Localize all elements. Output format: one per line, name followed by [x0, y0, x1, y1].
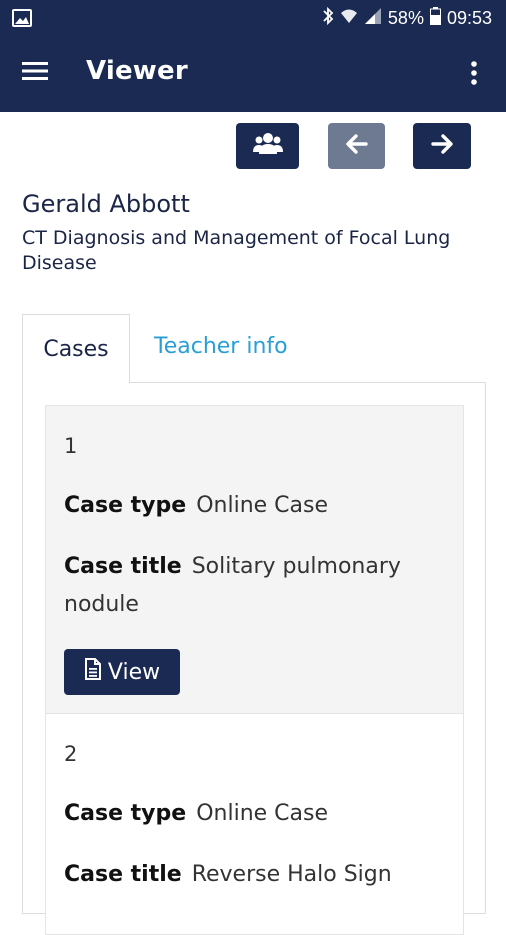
tab-teacher-info[interactable]: Teacher info	[154, 334, 288, 359]
image-icon	[12, 8, 32, 33]
participants-button[interactable]	[236, 123, 299, 169]
cases-panel: 1 Case type Online Case Case title Solitar…	[22, 382, 486, 935]
case-type-value: Online Case	[196, 801, 328, 826]
author-name: Gerald Abbott	[22, 190, 190, 218]
wifi-icon	[340, 7, 358, 30]
case-title: Case title Reverse Halo Sign	[64, 856, 454, 894]
case-type: Case type Online Case	[64, 487, 454, 525]
hamburger-menu-icon[interactable]	[22, 60, 72, 90]
course-title: CT Diagnosis and Management of Focal Lun…	[22, 227, 451, 274]
next-button[interactable]	[413, 123, 471, 169]
tab-cases[interactable]: Cases	[22, 314, 130, 383]
signal-icon	[364, 7, 382, 30]
case-card: 1 Case type Online Case Case title Solitar…	[45, 405, 464, 714]
arrow-left-icon	[345, 133, 368, 159]
more-vert-icon[interactable]	[470, 60, 484, 90]
case-type-label: Case type	[64, 493, 187, 518]
page-title: Viewer	[86, 56, 188, 86]
app-bar: Viewer	[0, 36, 506, 112]
case-type-label: Case type	[64, 801, 187, 826]
previous-button[interactable]	[328, 123, 385, 169]
case-number: 1	[64, 434, 78, 458]
view-case-button[interactable]: View	[64, 649, 180, 695]
bluetooth-icon	[322, 6, 334, 31]
battery-icon	[429, 6, 441, 30]
case-type: Case type Online Case	[64, 795, 454, 833]
case-card: 2 Case type Online Case Case title Reverse…	[45, 713, 464, 935]
case-title-value: Reverse Halo Sign	[191, 862, 392, 887]
case-number: 2	[64, 742, 78, 766]
arrow-right-icon	[431, 133, 453, 159]
case-title-label: Case title	[64, 862, 182, 887]
status-bar: 58% 09:53	[0, 0, 506, 36]
case-title: Case title Solitary pulmonary nodule	[64, 548, 454, 624]
case-title-label: Case title	[64, 554, 182, 579]
document-icon	[84, 658, 102, 686]
view-label: View	[107, 659, 161, 685]
clock: 09:53	[446, 7, 492, 28]
users-group-icon	[252, 132, 283, 161]
battery-percent: 58%	[387, 7, 424, 28]
case-type-value: Online Case	[196, 493, 328, 518]
